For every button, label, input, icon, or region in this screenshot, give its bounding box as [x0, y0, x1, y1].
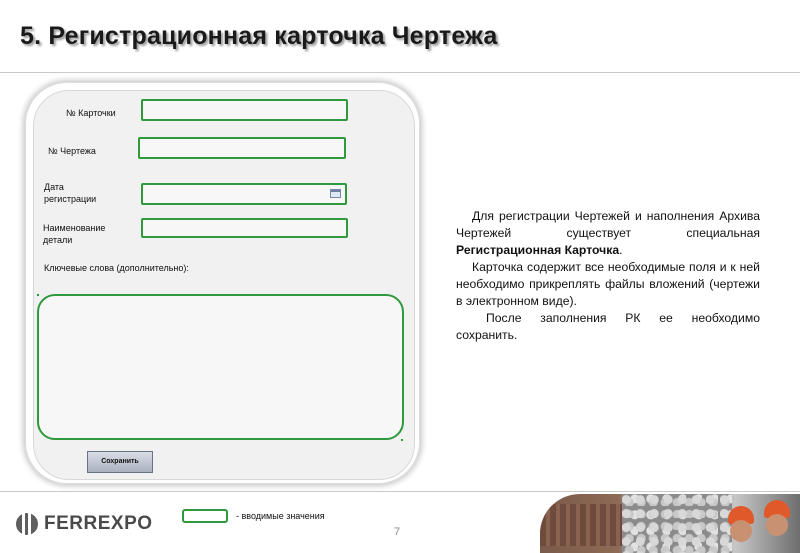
calendar-icon[interactable]	[330, 189, 341, 198]
card-number-field[interactable]	[141, 99, 348, 121]
drawing-number-field[interactable]	[138, 137, 346, 159]
worker-face-image	[766, 514, 788, 536]
ferrexpo-logo: FERREXPO	[16, 512, 153, 536]
legend-text: - вводимые значения	[236, 511, 325, 521]
description-paragraph-3: После заполнения РК ее необходимо сохран…	[456, 311, 760, 342]
slide-title: 5. Регистрационная карточка Чертежа	[20, 22, 498, 50]
ferrexpo-logo-mark-icon	[16, 512, 38, 536]
memo-corner-marker	[37, 294, 39, 296]
part-name-label: Наименование детали	[43, 222, 105, 246]
keywords-label: Ключевые слова (дополнительно):	[44, 263, 189, 273]
description-p1-end: .	[619, 243, 623, 257]
memo-corner-marker	[401, 439, 403, 441]
description-p1-bold: Регистрационная Карточка	[456, 243, 620, 257]
registration-date-label: Дата регистрации	[44, 181, 96, 205]
description-paragraph-2: Карточка содержит все необходимые поля и…	[456, 260, 760, 308]
registration-date-label-line1: Дата	[44, 182, 64, 192]
footer-divider	[0, 491, 800, 492]
rail-wagon-image	[540, 504, 632, 546]
registration-date-field[interactable]	[141, 183, 347, 205]
logo-text: FERREXPO	[44, 513, 153, 534]
registration-date-label-line2: регистрации	[44, 194, 97, 204]
part-name-label-line1: Наименование	[43, 223, 106, 233]
keywords-textarea[interactable]	[37, 294, 404, 440]
part-name-label-line2: детали	[43, 235, 73, 245]
description-text: Для регистрации Чертежей и наполнения Ар…	[456, 208, 760, 344]
part-name-field[interactable]	[141, 218, 348, 238]
drawing-number-label: № Чертежа	[48, 146, 96, 156]
description-p1-text: Для регистрации Чертежей и наполнения Ар…	[456, 209, 760, 240]
title-divider	[0, 72, 800, 73]
description-paragraph-1: Для регистрации Чертежей и наполнения Ар…	[456, 208, 760, 259]
legend-field-sample	[182, 509, 228, 523]
footer-photo	[540, 494, 800, 553]
iron-pellets-image	[622, 494, 732, 553]
page-number: 7	[394, 526, 401, 538]
worker-face-image	[730, 520, 752, 542]
save-button[interactable]: Сохранить	[87, 451, 153, 473]
card-number-label: № Карточки	[66, 108, 116, 118]
